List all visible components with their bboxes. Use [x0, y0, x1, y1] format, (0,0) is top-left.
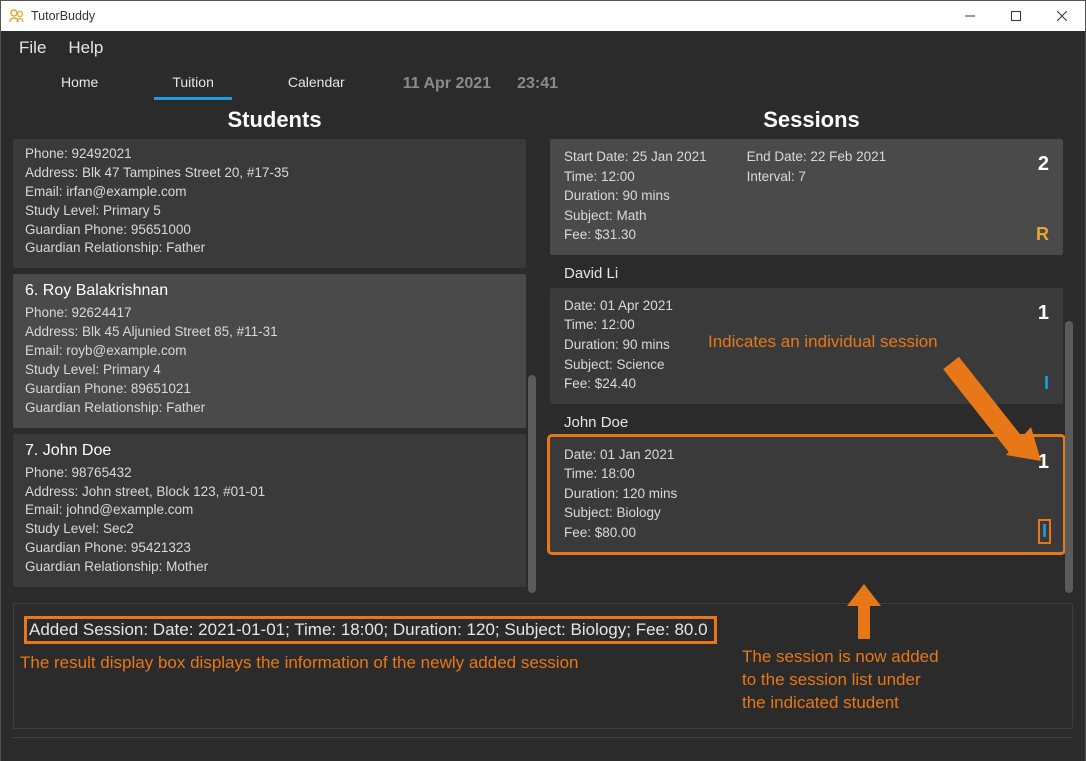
student-level: Study Level: Primary 5 — [25, 202, 514, 221]
student-address: Address: Blk 45 Aljunied Street 85, #11-… — [25, 323, 514, 342]
student-guardian-rel: Guardian Relationship: Father — [25, 239, 514, 258]
result-text: Added Session: Date: 2021-01-01; Time: 1… — [29, 620, 708, 639]
app-window: TutorBuddy File Help Home Tuition — [0, 0, 1086, 761]
scroll-thumb[interactable] — [1065, 321, 1073, 593]
session-type-badge: R — [1036, 224, 1049, 245]
session-date: Date: 01 Apr 2021 — [564, 296, 1049, 316]
session-fee: Fee: $31.30 — [564, 225, 707, 245]
students-pane: Students Phone: 92492021 Address: Blk 47… — [13, 103, 536, 593]
session-interval: Interval: 7 — [747, 167, 887, 187]
session-start: Start Date: 25 Jan 2021 — [564, 147, 707, 167]
session-duration: Duration: 120 mins — [564, 484, 1049, 504]
session-type-badge: I — [1040, 521, 1049, 542]
session-fee: Fee: $24.40 — [564, 374, 1049, 394]
tab-home[interactable]: Home — [43, 68, 116, 100]
student-name: 6. Roy Balakrishnan — [25, 282, 514, 300]
window-controls — [947, 1, 1085, 31]
minimize-icon — [965, 11, 975, 21]
student-guardian-phone: Guardian Phone: 95651000 — [25, 221, 514, 240]
minimize-button[interactable] — [947, 1, 993, 31]
session-type-badge: I — [1044, 373, 1049, 394]
student-guardian-phone: Guardian Phone: 89651021 — [25, 380, 514, 399]
content-area: Students Phone: 92492021 Address: Blk 47… — [1, 103, 1085, 603]
student-card[interactable]: Phone: 92492021 Address: Blk 47 Tampines… — [13, 139, 526, 268]
session-owner: David Li — [550, 263, 1063, 288]
session-owner: John Doe — [550, 412, 1063, 437]
titlebar-left: TutorBuddy — [9, 8, 95, 24]
separator — [13, 737, 1073, 738]
student-email: Email: johnd@example.com — [25, 501, 514, 520]
session-subject: Subject: Biology — [564, 503, 1049, 523]
window-title: TutorBuddy — [31, 9, 95, 23]
tab-tuition[interactable]: Tuition — [154, 68, 232, 100]
maximize-icon — [1011, 11, 1021, 21]
sessions-title: Sessions — [550, 107, 1073, 133]
sessions-scrollbar[interactable] — [1065, 139, 1073, 593]
menu-help[interactable]: Help — [64, 34, 107, 62]
session-card[interactable]: Start Date: 25 Jan 2021 Time: 12:00 Dura… — [550, 139, 1063, 255]
students-list[interactable]: Phone: 92492021 Address: Blk 47 Tampines… — [13, 139, 536, 593]
students-scrollbar[interactable] — [528, 139, 536, 593]
tab-calendar[interactable]: Calendar — [270, 68, 363, 100]
session-time: Time: 12:00 — [564, 167, 707, 187]
session-subject: Subject: Science — [564, 355, 1049, 375]
session-fee: Fee: $80.00 — [564, 523, 1049, 543]
student-level: Study Level: Sec2 — [25, 520, 514, 539]
close-button[interactable] — [1039, 1, 1085, 31]
maximize-button[interactable] — [993, 1, 1039, 31]
session-block: Start Date: 25 Jan 2021 Time: 12:00 Dura… — [550, 139, 1063, 255]
annotation-added-desc: The session is now added to the session … — [742, 646, 939, 715]
session-duration: Duration: 90 mins — [564, 335, 1049, 355]
sessions-pane: Sessions Start Date: 25 Jan 2021 Time: 1… — [550, 103, 1073, 593]
students-title: Students — [13, 107, 536, 133]
student-address: Address: John street, Block 123, #01-01 — [25, 483, 514, 502]
titlebar: TutorBuddy — [1, 1, 1085, 31]
student-phone: Phone: 98765432 — [25, 464, 514, 483]
session-date: Date: 01 Jan 2021 — [564, 445, 1049, 465]
session-card[interactable]: Date: 01 Jan 2021 Time: 18:00 Duration: … — [550, 437, 1063, 553]
session-card[interactable]: Date: 01 Apr 2021 Time: 12:00 Duration: … — [550, 288, 1063, 404]
menu-bar: File Help — [1, 31, 1085, 65]
scroll-thumb[interactable] — [528, 375, 536, 593]
app-body: File Help Home Tuition Calendar 11 Apr 2… — [1, 31, 1085, 761]
student-phone: Phone: 92492021 — [25, 145, 514, 164]
result-display-box: Added Session: Date: 2021-01-01; Time: 1… — [13, 603, 1073, 729]
students-list-wrap: Phone: 92492021 Address: Blk 47 Tampines… — [13, 139, 536, 593]
annotation-result-desc: The result display box displays the info… — [20, 652, 578, 675]
sessions-list-wrap: Start Date: 25 Jan 2021 Time: 12:00 Dura… — [550, 139, 1073, 593]
student-card[interactable]: 6. Roy Balakrishnan Phone: 92624417 Addr… — [13, 274, 526, 427]
student-email: Email: irfan@example.com — [25, 183, 514, 202]
session-block: John Doe Date: 01 Jan 2021 Time: 18:00 D… — [550, 412, 1063, 553]
student-guardian-rel: Guardian Relationship: Mother — [25, 558, 514, 577]
header-date: 11 Apr 2021 — [403, 75, 491, 93]
session-time: Time: 12:00 — [564, 315, 1049, 335]
session-count-badge: 2 — [1038, 153, 1049, 176]
tab-bar: Home Tuition Calendar 11 Apr 2021 23:41 — [1, 65, 1085, 103]
student-level: Study Level: Primary 4 — [25, 361, 514, 380]
menu-file[interactable]: File — [15, 34, 50, 62]
sessions-list[interactable]: Start Date: 25 Jan 2021 Time: 12:00 Dura… — [550, 139, 1073, 552]
student-guardian-phone: Guardian Phone: 95421323 — [25, 539, 514, 558]
student-phone: Phone: 92624417 — [25, 304, 514, 323]
session-count-badge: 1 — [1038, 302, 1049, 325]
session-duration: Duration: 90 mins — [564, 186, 707, 206]
session-end: End Date: 22 Feb 2021 — [747, 147, 887, 167]
student-card[interactable]: 7. John Doe Phone: 98765432 Address: Joh… — [13, 434, 526, 587]
bottom-area: Added Session: Date: 2021-01-01; Time: 1… — [1, 603, 1085, 737]
session-time: Time: 18:00 — [564, 464, 1049, 484]
session-count-badge: 1 — [1038, 451, 1049, 474]
close-icon — [1057, 11, 1067, 21]
session-block: David Li Date: 01 Apr 2021 Time: 12:00 D… — [550, 263, 1063, 404]
app-icon — [9, 8, 25, 24]
student-guardian-rel: Guardian Relationship: Father — [25, 399, 514, 418]
header-time: 23:41 — [517, 75, 558, 93]
student-address: Address: Blk 47 Tampines Street 20, #17-… — [25, 164, 514, 183]
student-name: 7. John Doe — [25, 442, 514, 460]
result-highlight: Added Session: Date: 2021-01-01; Time: 1… — [24, 616, 717, 644]
session-subject: Subject: Math — [564, 206, 707, 226]
student-email: Email: royb@example.com — [25, 342, 514, 361]
